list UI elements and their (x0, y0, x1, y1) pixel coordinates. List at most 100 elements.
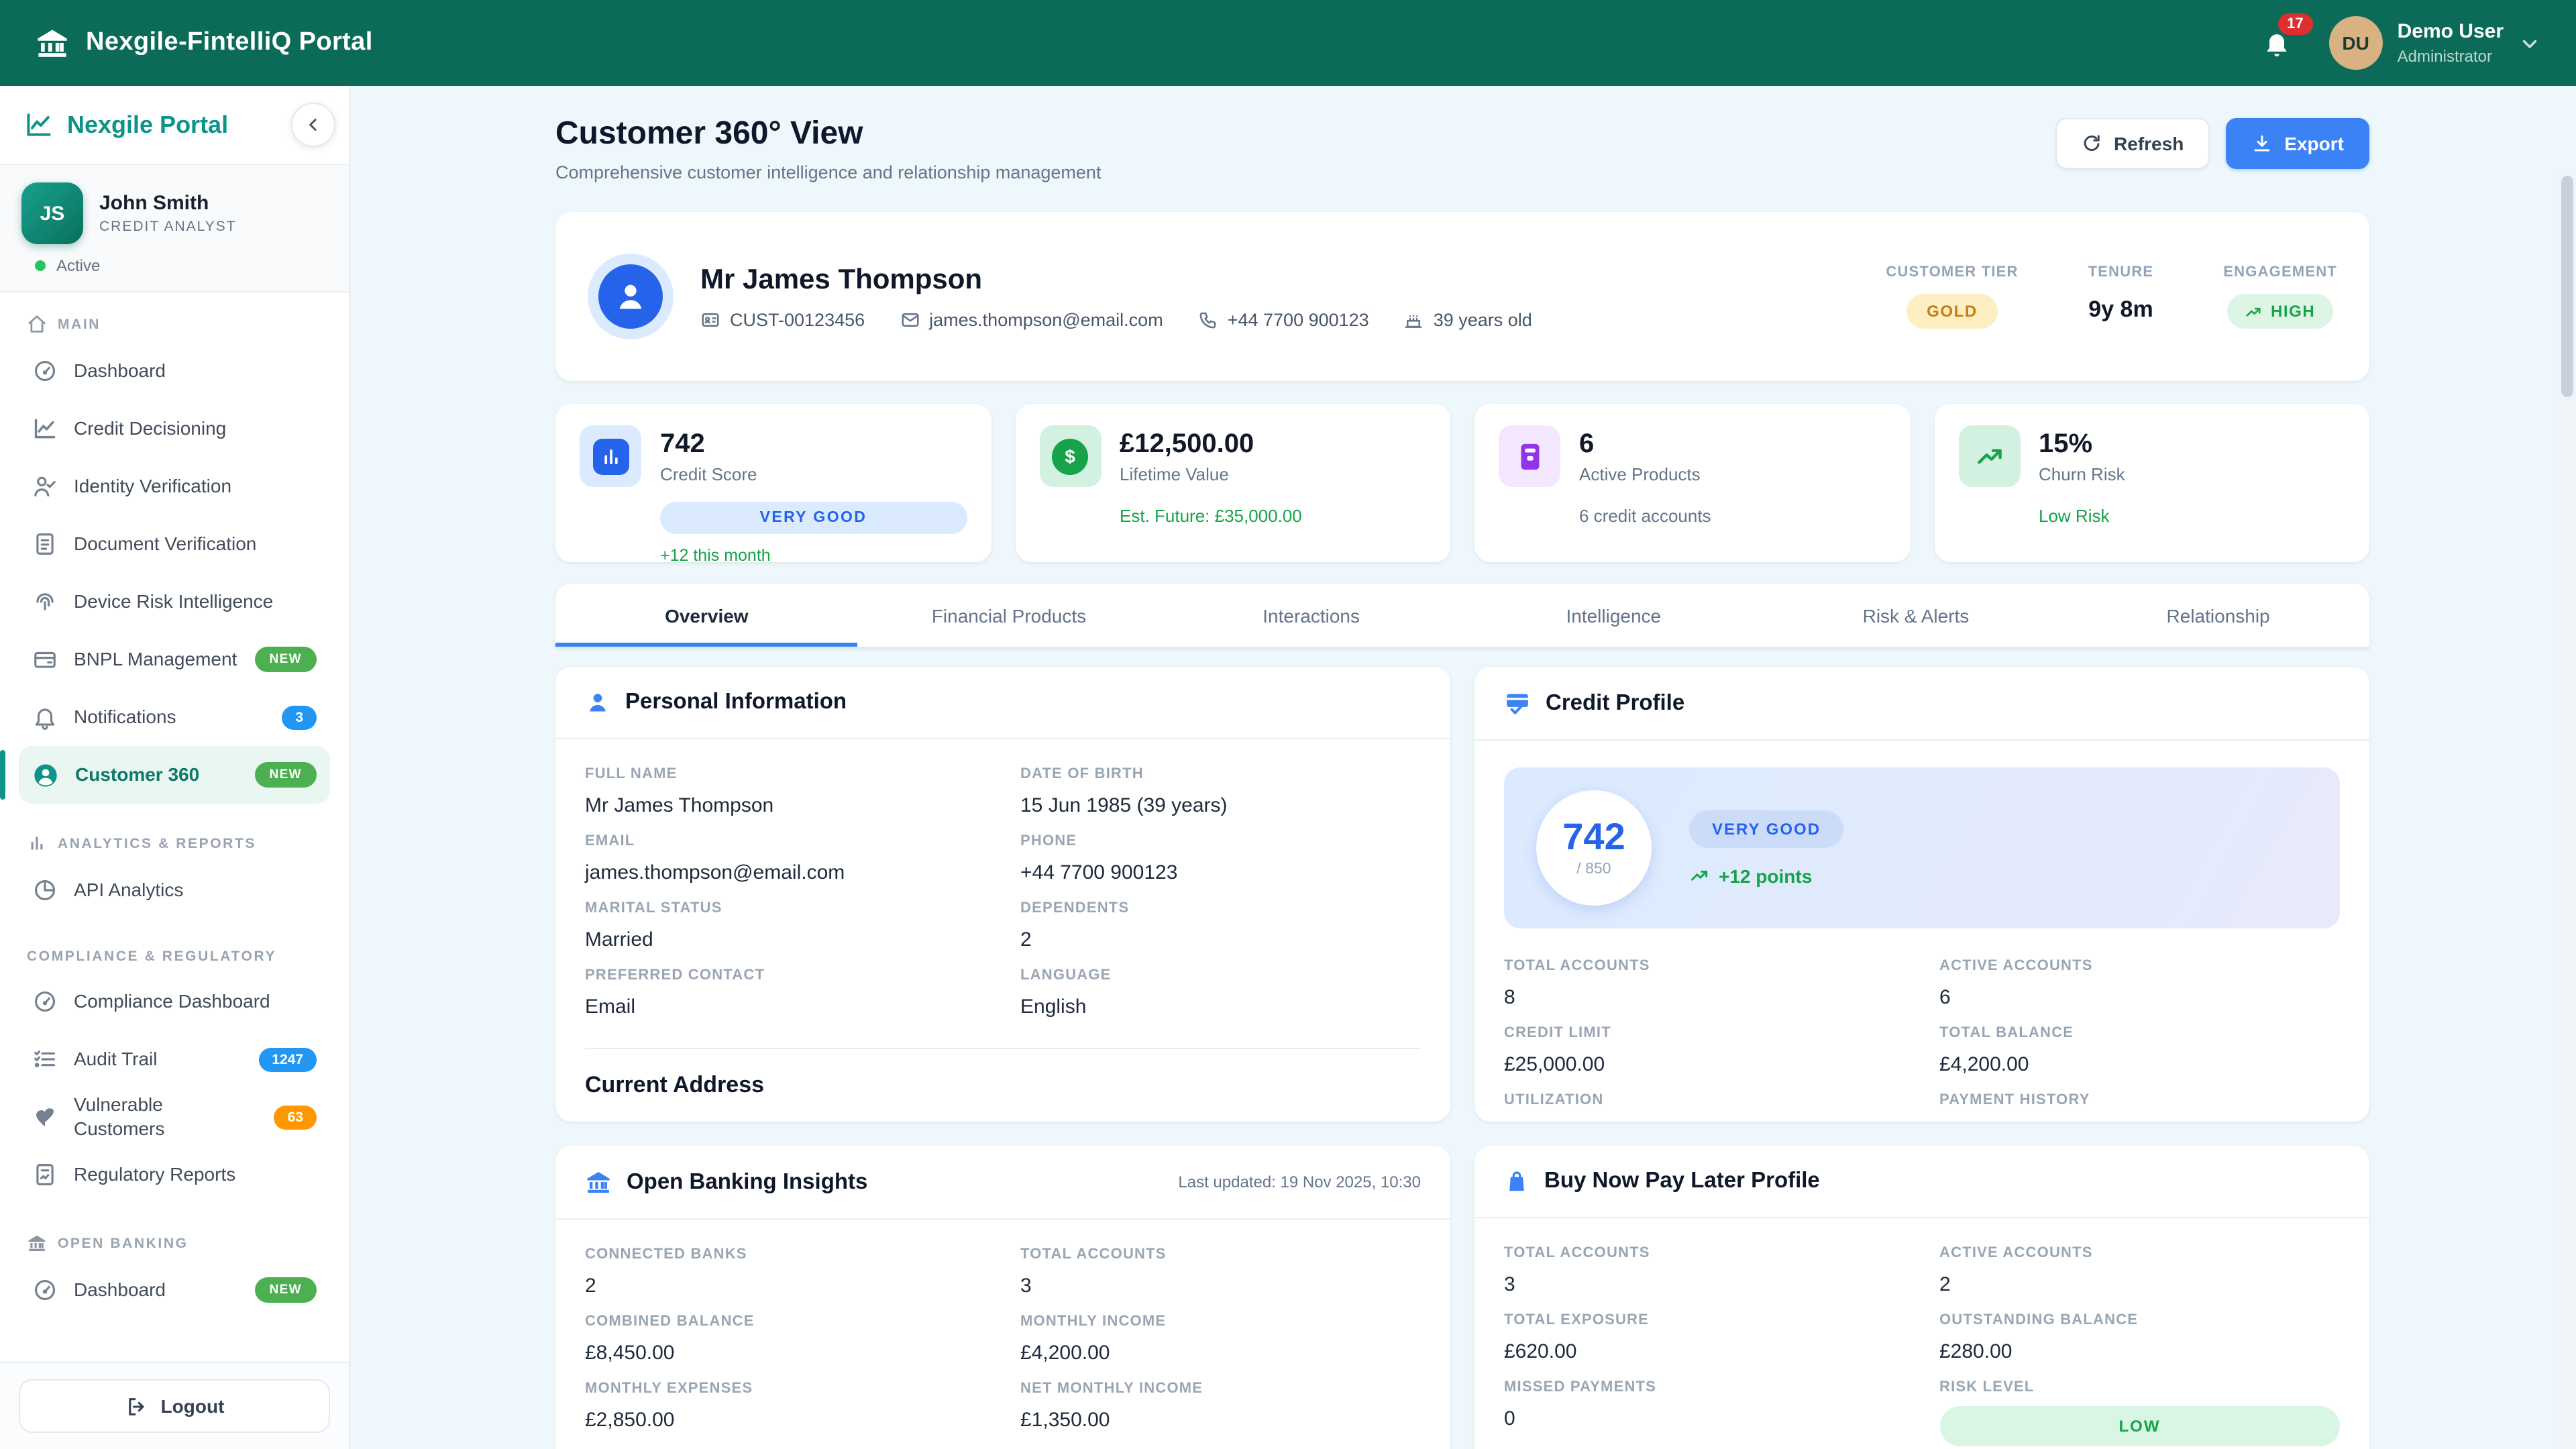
sidebar-item-bnpl-management[interactable]: BNPL Management NEW (19, 631, 330, 688)
tab-bar: Overview Financial Products Interactions… (555, 584, 2369, 648)
sidebar-section-open-banking: OPEN BANKING Dashboard NEW (19, 1230, 330, 1319)
tab-interactions[interactable]: Interactions (1160, 584, 1462, 647)
status-dot (35, 260, 46, 271)
trending-up-icon (1689, 865, 1709, 885)
sidebar-item-credit-decisioning[interactable]: Credit Decisioning (19, 400, 330, 458)
field-preferred-contact: PREFERRED CONTACTEmail (585, 967, 985, 1018)
scrollbar-thumb[interactable] (2561, 176, 2573, 397)
bar-chart-icon (27, 833, 47, 853)
chevron-left-icon (303, 115, 323, 135)
field-total-accounts: TOTAL ACCOUNTS3 (1504, 1245, 1904, 1296)
section-label: MAIN (58, 316, 101, 332)
page-subtitle: Comprehensive customer intelligence and … (555, 162, 1101, 182)
sidebar-item-vulnerable-customers[interactable]: Vulnerable Customers 63 (19, 1088, 330, 1146)
page-scrollbar[interactable] (2559, 172, 2576, 1449)
tab-overview[interactable]: Overview (555, 584, 858, 647)
customer-engagement: ENGAGEMENT HIGH (2223, 264, 2337, 329)
credit-score-box: 742 / 850 VERY GOOD +12 points (1504, 767, 2340, 928)
user-avatar: DU (2329, 16, 2383, 70)
sidebar-item-dashboard[interactable]: Dashboard (19, 342, 330, 400)
stat-note: Low Risk (2039, 506, 2345, 526)
field-date-of-birth: DATE OF BIRTH15 Jun 1985 (39 years) (1020, 766, 1421, 817)
cake-icon (1404, 309, 1424, 329)
user-icon (613, 279, 648, 314)
profile-role: CREDIT ANALYST (99, 219, 237, 235)
sidebar-item-identity-verification[interactable]: Identity Verification (19, 458, 330, 515)
sidebar-item-device-risk-intelligence[interactable]: Device Risk Intelligence (19, 573, 330, 631)
heart-icon (32, 1104, 58, 1130)
active-indicator-bar (0, 750, 5, 800)
field-monthly-expenses: MONTHLY EXPENSES£2,850.00 (585, 1381, 985, 1432)
sidebar-collapse-button[interactable] (291, 103, 335, 147)
field-total-exposure: TOTAL EXPOSURE£620.00 (1504, 1312, 1904, 1363)
credit-card-check-icon (1504, 690, 1531, 716)
pie-chart-icon (32, 877, 58, 903)
sidebar-item-compliance-dashboard[interactable]: Compliance Dashboard (19, 973, 330, 1030)
logout-button[interactable]: Logout (19, 1379, 330, 1433)
tab-intelligence[interactable]: Intelligence (1462, 584, 1765, 647)
sidebar-profile-card: JS John Smith CREDIT ANALYST Active (0, 165, 349, 292)
user-menu[interactable]: DU Demo User Administrator (2329, 16, 2541, 70)
tab-financial-products[interactable]: Financial Products (858, 584, 1161, 647)
sidebar: Nexgile Portal JS John Smith CREDIT ANAL… (0, 86, 350, 1449)
field-language: LANGUAGEEnglish (1020, 967, 1421, 1018)
section-label: COMPLIANCE & REGULATORY (27, 949, 276, 965)
tab-risk-alerts[interactable]: Risk & Alerts (1765, 584, 2068, 647)
bank-icon (585, 1169, 612, 1195)
panel-title: Buy Now Pay Later Profile (1544, 1169, 1820, 1194)
app-window: Nexgile-FintelliQ Portal 17 DU Demo User… (0, 0, 2576, 1449)
topbar-brand: Nexgile-FintelliQ Portal (35, 25, 373, 60)
user-circle-icon (32, 761, 59, 788)
stat-active-products: 6 Active Products 6 credit accounts (1474, 404, 1910, 562)
trending-up-icon (2245, 303, 2263, 320)
customer-avatar (588, 254, 674, 339)
customer-tier: CUSTOMER TIER GOLD (1886, 264, 2018, 329)
stat-credit-score: 742 Credit Score VERY GOOD +12 this mont… (555, 404, 991, 562)
customer-tenure: TENURE 9y 8m (2088, 264, 2154, 329)
field-credit-limit: CREDIT LIMIT£25,000.00 (1504, 1025, 1904, 1076)
customer-email: james.thompson@email.com (900, 309, 1163, 329)
personal-information-panel: Personal Information FULL NAMEMr James T… (555, 667, 1450, 1122)
gauge-icon (32, 1277, 58, 1303)
sidebar-item-document-verification[interactable]: Document Verification (19, 515, 330, 573)
gauge-icon (32, 989, 58, 1014)
sidebar-section-main: MAIN Dashboard Credit Decisioning Identi… (19, 311, 330, 804)
refresh-button[interactable]: Refresh (2055, 118, 2209, 169)
score-band-badge: VERY GOOD (660, 502, 967, 534)
avatar: JS (21, 182, 83, 244)
stat-churn-risk: 15% Churn Risk Low Risk (1934, 404, 2369, 562)
credit-profile-panel: Credit Profile 742 / 850 VERY GOOD (1474, 667, 2369, 1122)
export-button[interactable]: Export (2225, 118, 2369, 169)
stat-lifetime-value: $ £12,500.00 Lifetime Value Est. Future:… (1015, 404, 1450, 562)
sidebar-item-regulatory-reports[interactable]: Regulatory Reports (19, 1146, 330, 1203)
section-label: ANALYTICS & REPORTS (58, 835, 256, 851)
panel-title: Personal Information (625, 690, 847, 715)
line-chart-logo-icon (24, 110, 54, 140)
sidebar-item-api-analytics[interactable]: API Analytics (19, 861, 330, 919)
user-role: Administrator (2398, 47, 2504, 66)
checklist-icon (32, 1046, 58, 1072)
field-net-monthly-income: NET MONTHLY INCOME£1,350.00 (1020, 1381, 1421, 1432)
sidebar-item-customer-360[interactable]: Customer 360 NEW (19, 746, 330, 804)
field-connected-banks: CONNECTED BANKS2 (585, 1246, 985, 1297)
count-badge: 1247 (258, 1047, 317, 1071)
field-email: EMAILjames.thompson@email.com (585, 833, 985, 884)
customer-phone: +44 7700 900123 (1198, 309, 1369, 329)
sidebar-item-notifications[interactable]: Notifications 3 (19, 688, 330, 746)
notifications-bell-button[interactable]: 17 (2257, 23, 2297, 63)
main-content: Customer 360° View Comprehensive custome… (349, 86, 2576, 1449)
user-check-icon (32, 474, 58, 499)
customer-age: 39 years old (1404, 309, 1532, 329)
profile-status: Active (56, 256, 100, 275)
sidebar-footer: Logout (0, 1362, 349, 1449)
id-badge-icon (700, 309, 720, 329)
count-badge: 63 (274, 1105, 317, 1129)
tab-relationship[interactable]: Relationship (2067, 584, 2369, 647)
stat-note: 6 credit accounts (1579, 506, 1886, 526)
chevron-down-icon (2518, 32, 2541, 54)
sidebar-item-audit-trail[interactable]: Audit Trail 1247 (19, 1030, 330, 1088)
home-icon (27, 314, 47, 334)
sidebar-item-open-banking-dashboard[interactable]: Dashboard NEW (19, 1261, 330, 1319)
user-icon (585, 690, 610, 715)
field-total-accounts: TOTAL ACCOUNTS8 (1504, 958, 1904, 1009)
